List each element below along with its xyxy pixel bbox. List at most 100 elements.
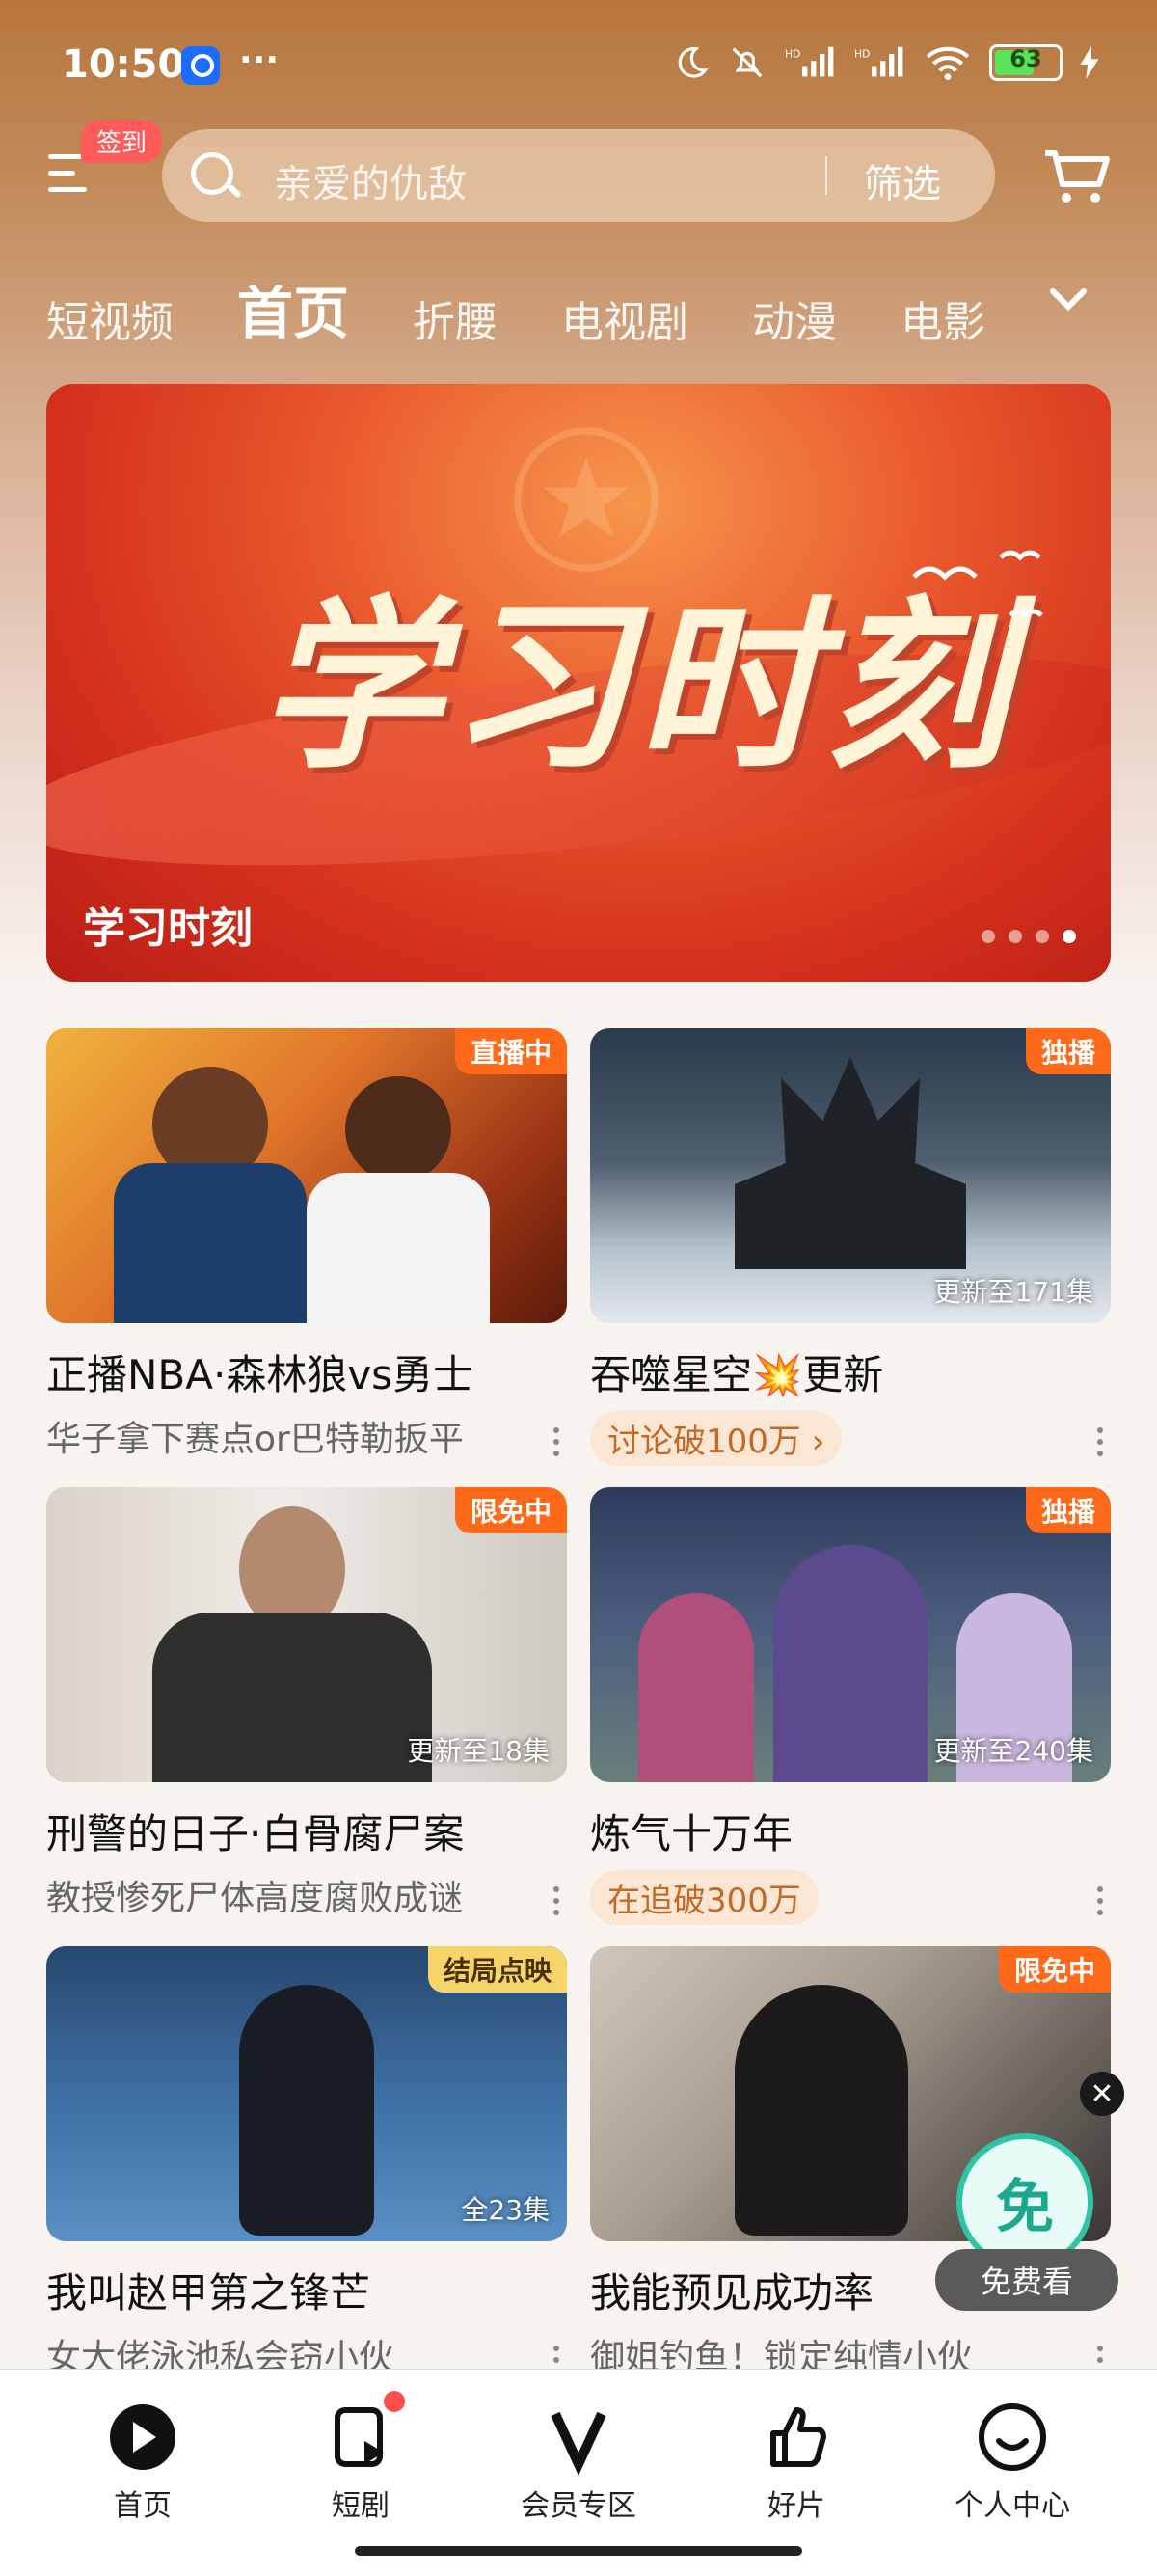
nav-label: 会员专区 — [521, 2489, 636, 2523]
character-left — [638, 1593, 754, 1782]
more-notifications-icon: ··· — [239, 41, 280, 80]
battery-percent: 63 — [1009, 45, 1042, 72]
nav-item-short-drama[interactable]: 短剧 — [274, 2391, 447, 2524]
signal-1-icon: HD — [785, 46, 834, 77]
video-thumbnail[interactable]: 直播中 — [46, 1028, 567, 1323]
discussion-pill[interactable]: 讨论破100万 › — [590, 1411, 843, 1466]
search-icon — [191, 152, 233, 195]
status-badge: 直播中 — [454, 1028, 567, 1074]
chevron-down-icon[interactable] — [1049, 280, 1088, 318]
castle-silhouette — [735, 1057, 966, 1269]
home-indicator[interactable] — [355, 2546, 802, 2556]
video-card-xingjing[interactable]: 限免中 更新至18集 刑警的日子·白骨腐尸案 教授惨死尸体高度腐败成谜 — [46, 1487, 567, 1920]
episode-count: 全23集 — [461, 2194, 550, 2226]
notification-app-icon — [181, 46, 220, 85]
status-icons: HD HD 63 — [673, 44, 1099, 81]
checkin-badge[interactable]: 签到 — [81, 120, 163, 163]
thumbs-up-icon — [758, 2399, 835, 2476]
more-options-icon[interactable] — [1097, 1427, 1105, 1462]
charging-icon — [1080, 46, 1099, 79]
actress-figure — [735, 1985, 908, 2236]
video-subtitle: 华子拿下赛点or巴特勒扳平 — [46, 1420, 464, 1459]
status-time: 10:50 — [62, 42, 185, 87]
video-thumbnail[interactable]: 限免中 更新至18集 — [46, 1487, 567, 1782]
free-watch-button[interactable]: 免费看 — [935, 2249, 1118, 2311]
episode-count: 更新至171集 — [933, 1276, 1093, 1308]
svg-text:HD: HD — [854, 48, 870, 61]
status-badge: 独播 — [1025, 1487, 1111, 1533]
birds-decoration — [912, 550, 1043, 619]
character-center — [773, 1545, 928, 1782]
pager-dot-active — [1063, 930, 1076, 943]
following-pill[interactable]: 在追破300万 — [590, 1870, 819, 1925]
status-badge: 结局点映 — [427, 1946, 567, 1993]
search-placeholder[interactable]: 亲爱的仇敌 — [274, 152, 467, 208]
video-card-lianqi[interactable]: 独播 更新至240集 炼气十万年 在追破300万 — [590, 1487, 1111, 1925]
status-badge: 限免中 — [454, 1487, 567, 1533]
mute-icon — [732, 47, 763, 78]
nav-item-vip[interactable]: 会员专区 — [492, 2399, 665, 2524]
video-title[interactable]: 我叫赵甲第之锋芒 — [46, 2261, 567, 2319]
status-bar: 10:50 ··· HD HD 63 — [0, 0, 1157, 135]
episode-count: 更新至240集 — [933, 1735, 1093, 1767]
vip-icon — [540, 2399, 617, 2476]
episode-count: 更新至18集 — [407, 1735, 550, 1767]
video-thumbnail[interactable]: 独播 更新至240集 — [590, 1487, 1111, 1782]
banner-pagination — [982, 930, 1076, 943]
more-options-icon[interactable] — [553, 1427, 561, 1462]
search-divider — [825, 156, 827, 195]
signal-2-icon: HD — [854, 46, 903, 77]
banner-caption: 学习时刻 — [83, 904, 253, 953]
pager-dot — [1009, 930, 1022, 943]
video-card-nba[interactable]: 直播中 正播NBA·森林狼vs勇士 华子拿下赛点or巴特勒扳平 — [46, 1028, 567, 1461]
close-icon[interactable]: ✕ — [1080, 2072, 1124, 2116]
pager-dot — [1036, 930, 1049, 943]
profile-icon — [974, 2399, 1051, 2476]
tab-home[interactable]: 首页 — [237, 268, 349, 349]
battery-icon: 63 — [989, 44, 1063, 81]
short-drama-icon — [322, 2391, 405, 2476]
player-jersey-right — [307, 1173, 490, 1323]
tab-movies[interactable]: 电影 — [901, 287, 985, 349]
status-badge: 独播 — [1025, 1028, 1111, 1074]
wifi-icon — [926, 46, 970, 80]
status-badge: 限免中 — [998, 1946, 1111, 1993]
swimmer-figure — [239, 1985, 374, 2236]
nav-label: 好片 — [767, 2489, 825, 2523]
moon-icon — [678, 47, 709, 78]
search-bar[interactable]: 亲爱的仇敌 筛选 — [162, 129, 995, 222]
nav-item-home[interactable]: 首页 — [56, 2399, 229, 2524]
video-card-tunshi[interactable]: 独播 更新至171集 吞噬星空💥更新 讨论破100万 › — [590, 1028, 1111, 1466]
more-options-icon[interactable] — [1097, 1886, 1105, 1921]
video-thumbnail[interactable]: 独播 更新至171集 — [590, 1028, 1111, 1323]
tab-tv-series[interactable]: 电视剧 — [561, 287, 688, 349]
filter-button[interactable]: 筛选 — [864, 152, 941, 208]
tab-zheyao[interactable]: 折腰 — [413, 287, 498, 349]
play-logo-icon — [104, 2399, 181, 2476]
nav-item-good-films[interactable]: 好片 — [710, 2399, 883, 2524]
notification-dot — [384, 2391, 405, 2412]
nav-label: 短剧 — [332, 2489, 390, 2523]
pager-dot — [982, 930, 995, 943]
nav-label: 个人中心 — [955, 2489, 1070, 2523]
video-thumbnail[interactable]: 结局点映 全23集 — [46, 1946, 567, 2241]
cart-icon[interactable] — [1041, 145, 1111, 208]
video-title[interactable]: 炼气十万年 — [590, 1802, 1111, 1860]
actor-coat — [152, 1613, 432, 1782]
video-title[interactable]: 吞噬星空💥更新 — [590, 1342, 1111, 1401]
nav-item-profile[interactable]: 个人中心 — [926, 2399, 1099, 2524]
banner-carousel[interactable]: 学习时刻 学习时刻 — [46, 384, 1111, 982]
player-jersey-left — [114, 1163, 307, 1323]
svg-text:HD: HD — [785, 48, 800, 61]
video-title[interactable]: 刑警的日子·白骨腐尸案 — [46, 1802, 567, 1860]
nav-label: 首页 — [114, 2489, 172, 2523]
tab-anime[interactable]: 动漫 — [752, 287, 837, 349]
bottom-navigation: 首页 短剧 会员专区 好片 个人中心 — [0, 2369, 1157, 2576]
category-tabs: 短视频 首页 折腰 电视剧 动漫 电影 — [46, 268, 1049, 349]
video-card-zhaojiadi[interactable]: 结局点映 全23集 我叫赵甲第之锋芒 女大佬泳池私会窃小伙 — [46, 1946, 567, 2379]
player-figure-right — [345, 1076, 451, 1182]
video-title[interactable]: 正播NBA·森林狼vs勇士 — [46, 1342, 567, 1401]
tab-short-video[interactable]: 短视频 — [46, 287, 174, 349]
more-options-icon[interactable] — [553, 1886, 561, 1921]
video-subtitle: 教授惨死尸体高度腐败成谜 — [46, 1879, 464, 1918]
